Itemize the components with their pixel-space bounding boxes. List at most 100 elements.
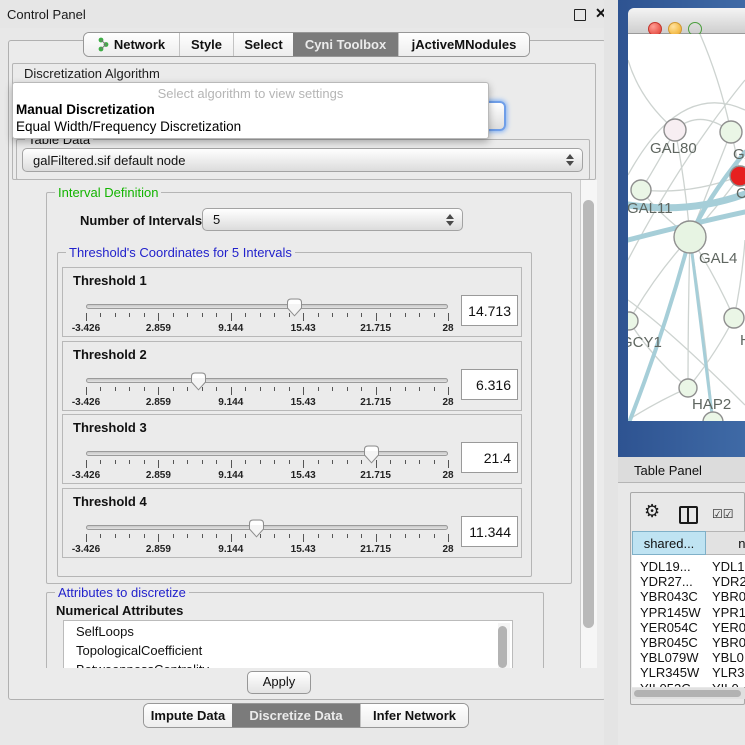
tab-cyni-toolbox[interactable]: Cyni Toolbox	[293, 33, 398, 56]
network-node-c[interactable]	[730, 166, 745, 186]
threshold-value-field[interactable]: 14.713	[461, 295, 518, 326]
threshold-value-field[interactable]: 6.316	[461, 369, 518, 400]
slider-tick-label: 2.859	[146, 397, 171, 408]
table-cell-shared-name[interactable]: YLR345W	[640, 665, 699, 680]
threshold-value-field[interactable]: 21.4	[461, 442, 518, 473]
column-header-shared-name[interactable]: shared...	[632, 531, 706, 555]
tab-label: Infer Network	[373, 708, 456, 723]
number-of-intervals-combo[interactable]: 5	[202, 208, 463, 231]
tab-label: Network	[114, 37, 165, 52]
bottom-tab-bar: Impute DataDiscretize Data Infer Network	[143, 703, 469, 728]
slider-tick-label: 2.859	[146, 323, 171, 334]
table-cell-shared-name[interactable]: YDR27...	[640, 574, 693, 589]
slider-track[interactable]	[86, 378, 448, 383]
checkbox-pair-icon[interactable]: ☑☑	[712, 507, 734, 521]
tab-jactivemnodules[interactable]: jActiveMNodules	[398, 33, 529, 56]
network-node-h[interactable]	[724, 308, 744, 328]
table-cell-name[interactable]: YLR3	[712, 665, 745, 680]
table-cell-name[interactable]: YIL0	[712, 681, 739, 687]
table-cell-shared-name[interactable]: YBL079W	[640, 650, 699, 665]
table-cell-shared-name[interactable]: YIL052C	[640, 681, 691, 687]
panel-scrollbar-thumb[interactable]	[583, 200, 594, 628]
control-panel-title: Control Panel	[7, 7, 86, 22]
slider-thumb[interactable]	[248, 519, 265, 538]
table-cell-name[interactable]: YDR2	[712, 574, 745, 589]
network-node-hap2[interactable]	[679, 379, 697, 397]
tab-infer-network[interactable]: Infer Network	[360, 704, 468, 727]
table-cell-shared-name[interactable]: YER054C	[640, 620, 698, 635]
slider-tick	[448, 534, 449, 542]
slider-track[interactable]	[86, 451, 448, 456]
network-node[interactable]	[703, 412, 723, 421]
slider-tick	[390, 534, 391, 538]
settings-scroll-viewport: Interval Definition Number of Intervals …	[13, 180, 579, 668]
network-edge	[629, 321, 688, 388]
numerical-attributes-list[interactable]: SelfLoops TopologicalCoefficient Betweenne…	[63, 620, 513, 668]
table-cell-name[interactable]: YBR0	[712, 635, 745, 650]
table-cell-name[interactable]: YPR1	[712, 605, 745, 620]
tab-select[interactable]: Select	[233, 33, 293, 56]
table-data-combo[interactable]: galFiltered.sif default node	[22, 148, 583, 172]
slider-tick	[289, 534, 290, 538]
panel-splitter[interactable]	[604, 0, 618, 745]
algorithm-dropdown-popup: Select algorithm to view settings Manual…	[12, 82, 489, 139]
node-table[interactable]: shared... na YDL19...YDL1YDR27...YDR2YBR…	[632, 531, 745, 687]
table-hscrollbar-thumb[interactable]	[634, 690, 741, 697]
table-cell-shared-name[interactable]: YBR043C	[640, 589, 698, 604]
slider-tick	[260, 460, 261, 464]
apply-button[interactable]: Apply	[247, 671, 311, 694]
slider-tick	[144, 534, 145, 538]
table-cell-shared-name[interactable]: YPR145W	[640, 605, 701, 620]
slider-thumb[interactable]	[363, 445, 380, 464]
table-cell-shared-name[interactable]: YDL19...	[640, 559, 691, 574]
popup-item-manual-discretization[interactable]: Manual Discretization	[16, 102, 155, 117]
slider-tick	[245, 387, 246, 391]
gear-icon[interactable]: ⚙	[644, 501, 660, 522]
attribute-item[interactable]: TopologicalCoefficient	[76, 643, 202, 658]
threshold-label: Threshold 3	[73, 420, 147, 435]
threshold-value-field[interactable]: 11.344	[461, 516, 518, 547]
popup-item-equal-width-frequency[interactable]: Equal Width/Frequency Discretization	[16, 119, 241, 134]
table-cell-name[interactable]: YBL0	[712, 650, 744, 665]
float-window-icon[interactable]	[574, 9, 586, 21]
slider-tick	[434, 460, 435, 464]
tab-style[interactable]: Style	[179, 33, 233, 56]
slider-tick	[419, 313, 420, 317]
network-node-gal80[interactable]	[664, 119, 686, 141]
slider-tick	[202, 313, 203, 317]
network-window-titlebar[interactable]	[628, 8, 745, 34]
slider-track[interactable]	[86, 525, 448, 530]
slider-tick	[86, 313, 87, 321]
slider-tick	[231, 387, 232, 395]
slider-tick	[187, 534, 188, 538]
table-cell-name[interactable]: YER0	[712, 620, 745, 635]
attribute-item[interactable]: SelfLoops	[76, 624, 134, 639]
slider-track[interactable]	[86, 304, 448, 309]
network-canvas[interactable]: GAL80GALCGAL11GAL4GCY1HHAP2	[628, 34, 745, 421]
network-node-gcy1[interactable]	[628, 312, 638, 330]
slider-tick	[158, 534, 159, 542]
network-node-gal4[interactable]	[674, 221, 706, 253]
list-scrollbar[interactable]	[498, 623, 510, 668]
table-cell-name[interactable]: YBR0	[712, 589, 745, 604]
slider-tick-label: 15.43	[291, 470, 316, 481]
slider-thumb[interactable]	[286, 298, 303, 317]
attribute-item[interactable]: BetweennessCentrality	[76, 662, 209, 668]
columns-icon[interactable]	[679, 506, 698, 524]
tab-network[interactable]: Network	[84, 33, 179, 56]
slider-thumb[interactable]	[190, 372, 207, 391]
table-cell-name[interactable]: YDL1	[712, 559, 745, 574]
slider-tick	[144, 460, 145, 464]
tab-impute-data[interactable]: Impute Data	[144, 704, 232, 727]
tab-discretize-data[interactable]: Discretize Data	[232, 704, 360, 727]
network-node-gal11[interactable]	[631, 180, 651, 200]
column-header-name[interactable]: na	[706, 531, 745, 555]
table-data-combo-value: galFiltered.sif default node	[33, 153, 185, 168]
slider-tick	[303, 387, 304, 395]
slider-tick	[158, 313, 159, 321]
network-node-label: GAL4	[699, 250, 737, 267]
network-node-gal[interactable]	[720, 121, 742, 143]
table-cell-shared-name[interactable]: YBR045C	[640, 635, 698, 650]
list-scrollbar-thumb[interactable]	[498, 626, 507, 668]
slider-tick	[347, 534, 348, 538]
